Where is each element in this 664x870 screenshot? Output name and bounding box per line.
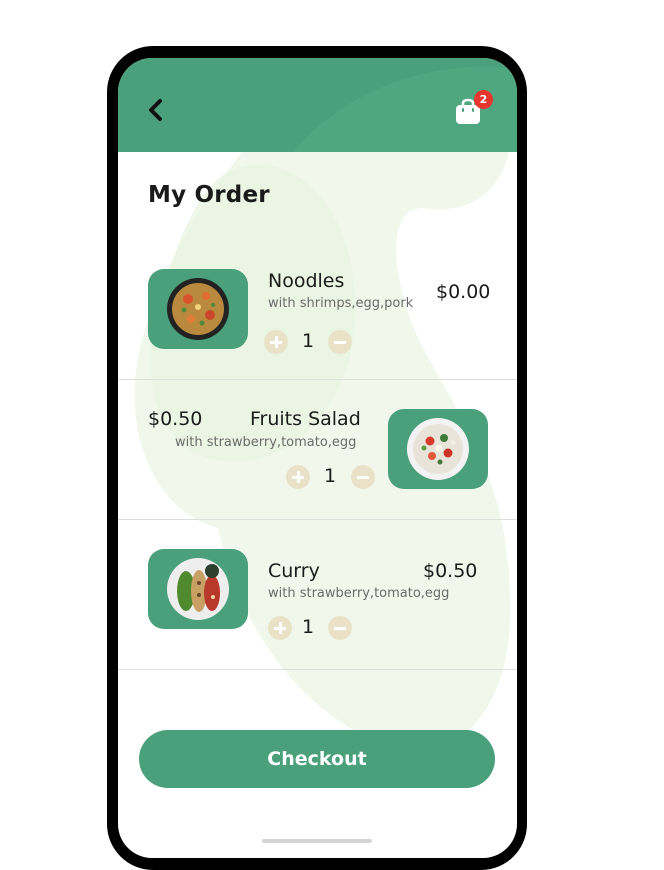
plus-icon-stem bbox=[278, 622, 282, 634]
curry-image bbox=[148, 549, 248, 629]
chevron-left-icon bbox=[149, 99, 162, 121]
curry-platter-icon bbox=[167, 558, 229, 620]
item-quantity: 1 bbox=[301, 330, 315, 352]
item-quantity: 1 bbox=[323, 465, 337, 487]
fruits-salad-image bbox=[388, 409, 488, 489]
item-name: Fruits Salad bbox=[250, 408, 361, 430]
item-price: $0.00 bbox=[436, 281, 491, 303]
item-name: Curry bbox=[268, 560, 320, 582]
checkout-button[interactable]: Checkout bbox=[139, 730, 495, 788]
cart-button[interactable]: 2 bbox=[454, 90, 494, 130]
item-price: $0.50 bbox=[148, 408, 203, 430]
minus-icon bbox=[357, 475, 369, 479]
back-button[interactable] bbox=[144, 96, 168, 124]
header-bar: 2 bbox=[118, 58, 517, 152]
page-title: My Order bbox=[148, 182, 270, 208]
cart-count-badge: 2 bbox=[474, 90, 493, 109]
noodles-image bbox=[148, 269, 248, 349]
decrease-quantity-button[interactable] bbox=[328, 330, 352, 354]
app-screen: 2 My Order Noodles with shrimps,egg,pork… bbox=[118, 58, 517, 858]
decrease-quantity-button[interactable] bbox=[328, 616, 352, 640]
salad-bowl-icon bbox=[407, 418, 469, 480]
increase-quantity-button[interactable] bbox=[286, 465, 310, 489]
item-divider bbox=[118, 519, 517, 520]
home-indicator[interactable] bbox=[262, 839, 372, 843]
item-description: with strawberry,tomato,egg bbox=[268, 586, 450, 601]
increase-quantity-button[interactable] bbox=[264, 330, 288, 354]
decrease-quantity-button[interactable] bbox=[351, 465, 375, 489]
item-divider bbox=[118, 669, 517, 670]
item-divider bbox=[118, 379, 517, 380]
plus-icon-stem bbox=[296, 471, 300, 483]
plus-icon-stem bbox=[274, 336, 278, 348]
noodles-bowl-icon bbox=[167, 278, 229, 340]
minus-icon bbox=[334, 340, 346, 344]
item-description: with strawberry,tomato,egg bbox=[175, 435, 357, 450]
item-quantity: 1 bbox=[301, 616, 315, 638]
increase-quantity-button[interactable] bbox=[268, 616, 292, 640]
item-name: Noodles bbox=[268, 270, 345, 292]
item-description: with shrimps,egg,pork bbox=[268, 296, 414, 311]
item-price: $0.50 bbox=[423, 560, 478, 582]
minus-icon bbox=[334, 626, 346, 630]
